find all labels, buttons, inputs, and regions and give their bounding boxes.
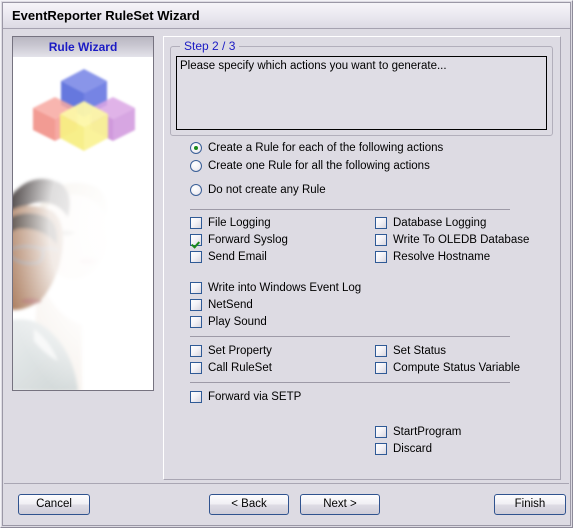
- checkbox-label: Database Logging: [393, 217, 487, 229]
- checkbox-set-property[interactable]: Set Property: [190, 343, 272, 359]
- checkbox-indicator: [190, 234, 202, 246]
- checkbox-resolve-hostname[interactable]: Resolve Hostname: [375, 249, 490, 265]
- cancel-button[interactable]: Cancel: [18, 494, 90, 515]
- description-textbox[interactable]: Please specify which actions you want to…: [176, 56, 547, 130]
- radio-label: Create a Rule for each of the following …: [208, 142, 444, 154]
- checkbox-forward-via-setp[interactable]: Forward via SETP: [190, 389, 301, 405]
- radio-indicator: [190, 142, 202, 154]
- colored-cubes-icon: [33, 69, 135, 151]
- checkbox-indicator: [375, 443, 387, 455]
- checkbox-indicator: [190, 391, 202, 403]
- radio-create-one-rule-all[interactable]: Create one Rule for all the following ac…: [190, 158, 430, 174]
- checkbox-label: Call RuleSet: [208, 362, 272, 374]
- window-body: Rule Wizard Step 2 / 3 Please specify wh…: [3, 29, 570, 525]
- checkbox-indicator: [375, 362, 387, 374]
- checkbox-indicator: [190, 217, 202, 229]
- next-button[interactable]: Next >: [300, 494, 380, 515]
- people-photo-image: [13, 155, 153, 390]
- separator-line: [190, 336, 510, 337]
- checkbox-indicator: [375, 234, 387, 246]
- checkbox-indicator: [190, 345, 202, 357]
- radio-indicator: [190, 184, 202, 196]
- checkbox-write-into-windows-event-log[interactable]: Write into Windows Event Log: [190, 280, 361, 296]
- checkbox-label: Discard: [393, 443, 432, 455]
- checkbox-indicator: [375, 426, 387, 438]
- checkbox-database-logging[interactable]: Database Logging: [375, 215, 486, 231]
- checkbox-compute-status-variable[interactable]: Compute Status Variable: [375, 360, 520, 376]
- radio-indicator: [190, 160, 202, 172]
- checkbox-forward-syslog[interactable]: Forward Syslog: [190, 232, 288, 248]
- separator-line: [190, 382, 510, 383]
- checkbox-label: Compute Status Variable: [393, 362, 520, 374]
- checkbox-label: Set Property: [208, 345, 272, 357]
- sidebar-illustration-panel: Rule Wizard: [12, 36, 154, 391]
- checkbox-write-to-oledb-database[interactable]: Write To OLEDB Database: [375, 232, 529, 248]
- checkbox-discard[interactable]: Discard: [375, 441, 432, 457]
- checkbox-label: Write into Windows Event Log: [208, 282, 362, 294]
- footer-bar: Cancel < Back Next > Finish: [4, 483, 569, 524]
- window-title: EventReporter RuleSet Wizard: [12, 8, 200, 23]
- radio-create-rule-each[interactable]: Create a Rule for each of the following …: [190, 140, 443, 156]
- checkbox-label: StartProgram: [393, 426, 462, 438]
- radio-label: Do not create any Rule: [208, 184, 326, 196]
- wizard-window: EventReporter RuleSet Wizard Rule Wizard: [0, 0, 573, 528]
- checkbox-play-sound[interactable]: Play Sound: [190, 314, 267, 330]
- checkbox-indicator: [190, 316, 202, 328]
- checkbox-indicator: [190, 282, 202, 294]
- radio-label: Create one Rule for all the following ac…: [208, 160, 430, 172]
- separator-line: [190, 209, 510, 210]
- checkbox-label: NetSend: [208, 299, 253, 311]
- checkbox-label: Resolve Hostname: [393, 251, 491, 263]
- window-inner-frame: EventReporter RuleSet Wizard Rule Wizard: [2, 2, 571, 526]
- step-label: Step 2 / 3: [180, 39, 240, 53]
- sidebar-title: Rule Wizard: [48, 40, 118, 54]
- checkbox-indicator: [375, 251, 387, 263]
- checkbox-label: Send Email: [208, 251, 267, 263]
- wizard-content-panel: Step 2 / 3 Please specify which actions …: [163, 36, 561, 480]
- checkbox-startprogram[interactable]: StartProgram: [375, 424, 461, 440]
- checkbox-label: Play Sound: [208, 316, 267, 328]
- checkbox-indicator: [375, 217, 387, 229]
- checkbox-label: Forward via SETP: [208, 391, 302, 403]
- checkbox-label: Set Status: [393, 345, 447, 357]
- checkbox-label: Write To OLEDB Database: [393, 234, 530, 246]
- back-button[interactable]: < Back: [209, 494, 289, 515]
- checkbox-netsend[interactable]: NetSend: [190, 297, 253, 313]
- description-text: Please specify which actions you want to…: [180, 60, 447, 72]
- radio-do-not-create-rule[interactable]: Do not create any Rule: [190, 182, 326, 198]
- checkbox-send-email[interactable]: Send Email: [190, 249, 267, 265]
- checkbox-indicator: [375, 345, 387, 357]
- title-bar: EventReporter RuleSet Wizard: [3, 3, 570, 29]
- checkbox-indicator: [190, 299, 202, 311]
- checkbox-indicator: [190, 362, 202, 374]
- checkbox-label: Forward Syslog: [208, 234, 288, 246]
- checkbox-label: File Logging: [208, 217, 271, 229]
- checkbox-set-status[interactable]: Set Status: [375, 343, 446, 359]
- checkbox-call-ruleset[interactable]: Call RuleSet: [190, 360, 272, 376]
- checkbox-indicator: [190, 251, 202, 263]
- step-group-box: Step 2 / 3 Please specify which actions …: [170, 39, 553, 136]
- sidebar-header: Rule Wizard: [13, 37, 153, 58]
- checkbox-file-logging[interactable]: File Logging: [190, 215, 271, 231]
- finish-button[interactable]: Finish: [494, 494, 566, 515]
